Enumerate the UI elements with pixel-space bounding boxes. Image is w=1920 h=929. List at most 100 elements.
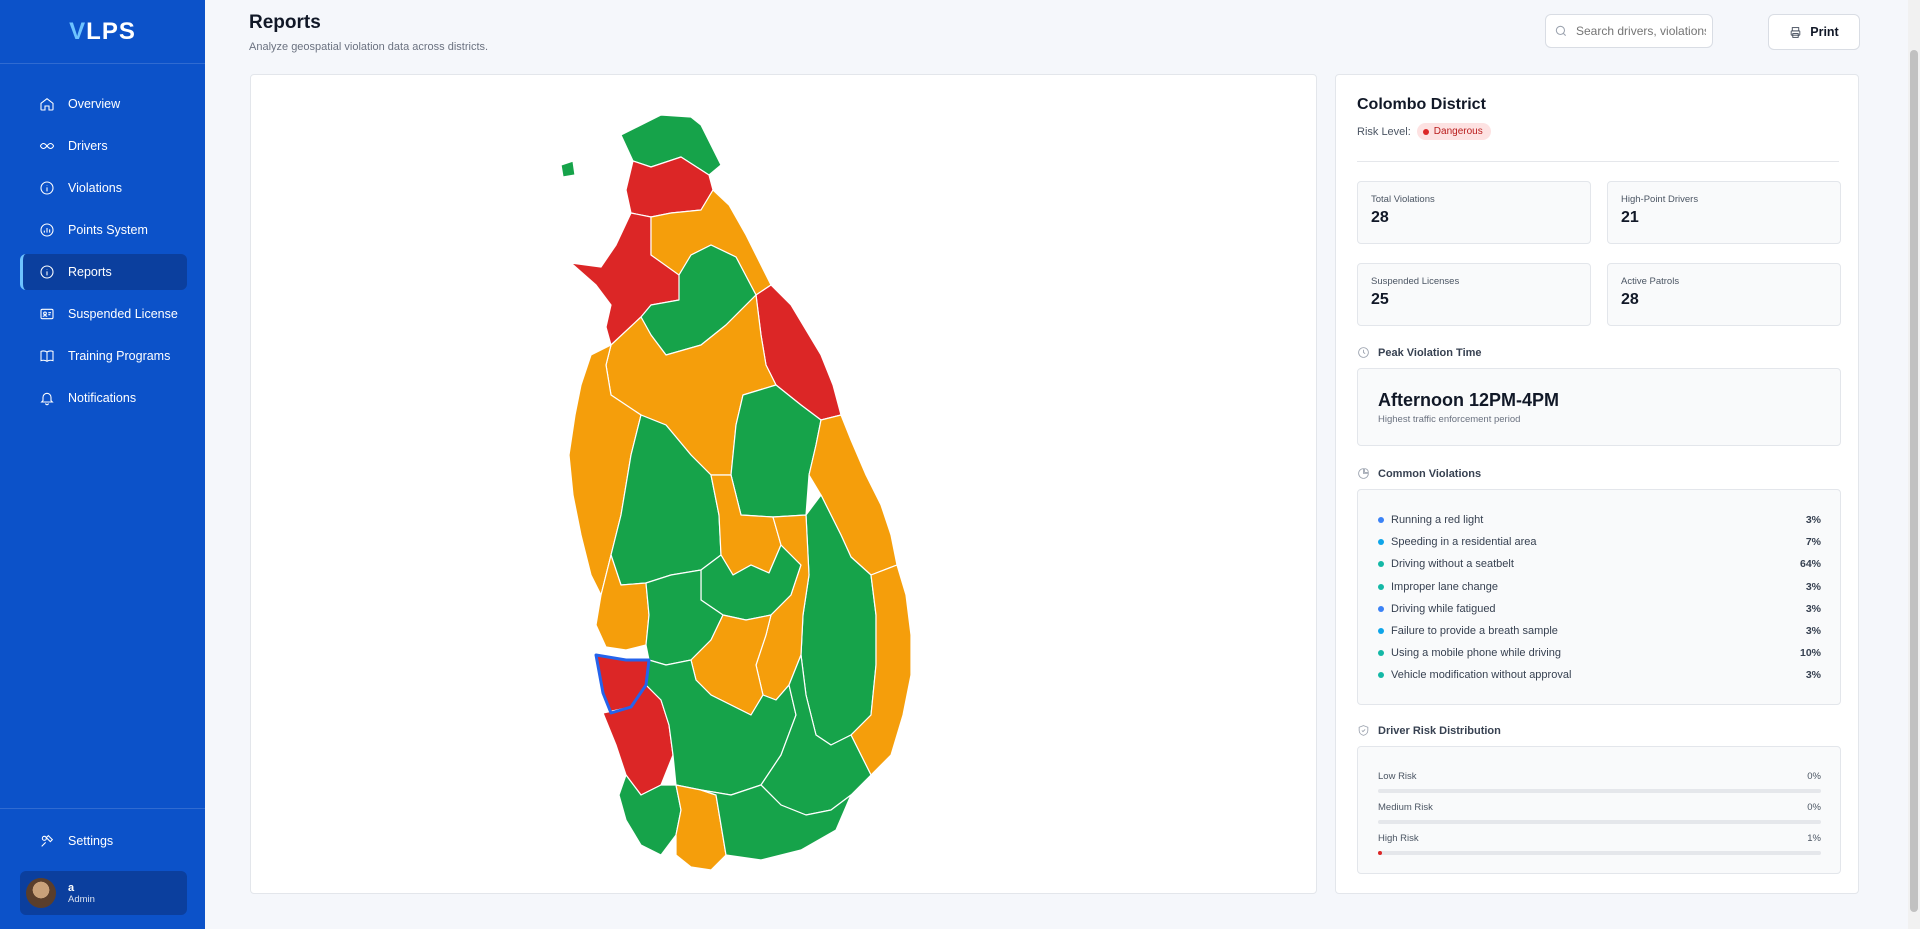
print-button[interactable]: Print [1768, 14, 1860, 50]
violation-pct: 10% [1799, 647, 1821, 659]
common-violations-title: Common Violations [1357, 467, 1481, 480]
stat-active-patrols: Active Patrols 28 [1607, 263, 1841, 326]
progress-fill [1378, 851, 1383, 855]
list-item: Driving without a seatbelt 64% [1378, 556, 1821, 572]
risk-level-row: Risk Level: Dangerous [1357, 123, 1491, 140]
violation-pct: 7% [1805, 536, 1821, 548]
sidebar-item-overview[interactable]: Overview [20, 86, 187, 122]
sidebar-item-notifications[interactable]: Notifications [20, 380, 187, 416]
stat-value: 28 [1621, 291, 1639, 308]
violation-pct: 64% [1799, 558, 1821, 570]
sidebar-item-training-programs[interactable]: Training Programs [20, 338, 187, 374]
violation-label: Driving while fatigued [1391, 603, 1496, 615]
common-violations-list: Running a red light 3% Speeding in a resi… [1357, 489, 1841, 705]
sidebar-footer: Settings a Admin [0, 808, 205, 929]
risk-distribution-box: Low Risk 0% Medium Risk 0% High Risk 1% [1357, 746, 1841, 874]
list-item: Speeding in a residential area 7% [1378, 534, 1821, 550]
violation-label: Speeding in a residential area [1391, 536, 1537, 548]
risk-pct: 1% [1807, 833, 1821, 844]
settings-icon [38, 832, 56, 850]
violation-label: Improper lane change [1391, 581, 1499, 593]
stat-value: 21 [1621, 209, 1639, 226]
peak-violation-title: Peak Violation Time [1357, 346, 1482, 359]
risk-label: Low Risk [1378, 771, 1417, 782]
brand-letter-v: V [69, 17, 87, 45]
section-title-text: Driver Risk Distribution [1378, 724, 1501, 737]
district-map-panel [250, 74, 1317, 894]
sidebar: V LPS Overview Drivers Violations Points … [0, 0, 205, 929]
bullet-icon [1378, 628, 1384, 634]
violation-pct: 3% [1805, 514, 1821, 526]
risk-level-label: Risk Level: [1357, 125, 1411, 138]
sidebar-item-settings[interactable]: Settings [20, 823, 187, 859]
sidebar-item-drivers[interactable]: Drivers [20, 128, 187, 164]
page-scrollbar[interactable] [1908, 0, 1920, 929]
list-item: Running a red light 3% [1378, 512, 1821, 528]
stat-suspended-licenses: Suspended Licenses 25 [1357, 263, 1591, 326]
sidebar-item-label: Training Programs [68, 349, 171, 363]
printer-icon [1790, 26, 1801, 38]
district-jaffna-islands[interactable] [560, 160, 576, 178]
progress-track [1378, 789, 1821, 793]
id-card-icon [38, 305, 56, 323]
info-icon [38, 263, 56, 281]
sidebar-item-points-system[interactable]: Points System [20, 212, 187, 248]
bell-icon [38, 389, 56, 407]
brand-logo[interactable]: V LPS [0, 0, 205, 64]
list-item: Improper lane change 3% [1378, 579, 1821, 595]
user-name: a [68, 881, 75, 894]
shield-icon [1358, 725, 1369, 736]
risk-distribution-title: Driver Risk Distribution [1357, 724, 1501, 737]
sidebar-item-label: Overview [68, 97, 121, 111]
list-item: Driving while fatigued 3% [1378, 601, 1821, 617]
risk-label: High Risk [1378, 833, 1419, 844]
stat-high-point-drivers: High-Point Drivers 21 [1607, 181, 1841, 244]
bullet-icon [1378, 672, 1384, 678]
progress-track [1378, 820, 1821, 824]
sri-lanka-district-map [560, 114, 912, 871]
search-input[interactable] [1576, 24, 1706, 38]
info-icon [38, 179, 56, 197]
risk-label: Medium Risk [1378, 802, 1433, 813]
page-title: Reports [249, 12, 321, 33]
stat-total-violations: Total Violations 28 [1357, 181, 1591, 244]
risk-row-high: High Risk 1% [1378, 833, 1821, 855]
risk-row-medium: Medium Risk 0% [1378, 802, 1821, 824]
divider [1357, 161, 1839, 162]
user-profile[interactable]: a Admin [20, 871, 187, 915]
stat-label: Suspended Licenses [1371, 276, 1460, 287]
stat-label: Total Violations [1371, 194, 1435, 205]
stat-label: High-Point Drivers [1621, 194, 1699, 205]
search-box[interactable] [1545, 14, 1713, 48]
sidebar-item-suspended-license[interactable]: Suspended License [20, 296, 187, 332]
risk-pct: 0% [1807, 771, 1821, 782]
risk-row-low: Low Risk 0% [1378, 771, 1821, 793]
sidebar-item-reports[interactable]: Reports [20, 254, 187, 290]
section-title-text: Common Violations [1378, 467, 1482, 480]
violation-label: Failure to provide a breath sample [1391, 625, 1558, 637]
bullet-icon [1378, 561, 1384, 567]
search-icon [1555, 25, 1567, 37]
sidebar-item-label: Drivers [68, 139, 108, 153]
violation-label: Vehicle modification without approval [1391, 669, 1572, 681]
stat-value: 28 [1371, 209, 1389, 226]
sidebar-item-label: Reports [68, 265, 112, 279]
sidebar-item-label: Notifications [68, 391, 137, 405]
page-header: Reports Analyze geospatial violation dat… [205, 0, 1920, 64]
violation-label: Driving without a seatbelt [1391, 558, 1514, 570]
gauge-icon [38, 221, 56, 239]
sidebar-item-violations[interactable]: Violations [20, 170, 187, 206]
page-subtitle: Analyze geospatial violation data across… [249, 41, 489, 53]
list-item: Using a mobile phone while driving 10% [1378, 645, 1821, 661]
sidebar-item-label: Suspended License [68, 307, 178, 321]
list-item: Failure to provide a breath sample 3% [1378, 623, 1821, 639]
risk-pct: 0% [1807, 802, 1821, 813]
risk-level-value: Dangerous [1433, 126, 1483, 137]
stat-label: Active Patrols [1621, 276, 1680, 287]
status-badge: Dangerous [1416, 123, 1491, 140]
violation-pct: 3% [1805, 603, 1821, 615]
scrollbar-thumb[interactable] [1910, 50, 1918, 912]
violation-label: Running a red light [1391, 514, 1484, 526]
avatar [26, 878, 56, 908]
bullet-icon [1378, 584, 1384, 590]
